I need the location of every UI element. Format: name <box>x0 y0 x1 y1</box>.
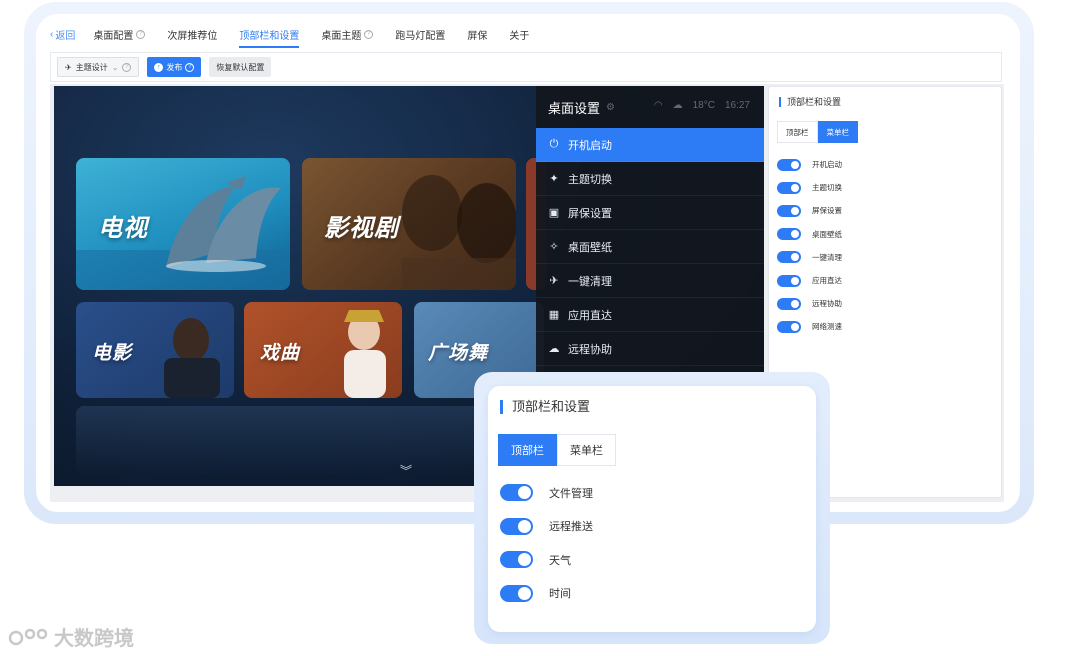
back-label: 返回 <box>55 30 76 42</box>
tab-screensaver[interactable]: 屏保 <box>467 27 487 42</box>
panel-title: 顶部栏和设置 <box>779 97 841 107</box>
zoom-card-title: 顶部栏和设置 <box>500 400 590 414</box>
publish-button[interactable]: ↑ 发布 ? <box>147 57 202 77</box>
toggle-switch[interactable] <box>500 584 533 602</box>
status-bar: ◠ ☁ 18°C 16:27 <box>654 100 750 111</box>
toggle-row: 应用直达 <box>777 269 842 292</box>
remote-icon: ☁ <box>548 343 560 355</box>
menu-title: 桌面设置 <box>548 100 601 116</box>
clock-time: 16:27 <box>724 100 750 111</box>
theme-select[interactable]: ✈ 主题设计 ⌄ ? <box>57 57 140 77</box>
tab-desktop-theme[interactable]: 桌面主题? <box>321 27 374 42</box>
zoom-tab-group: 顶部栏 菜单栏 <box>498 434 616 466</box>
toggle-switch[interactable] <box>777 228 801 241</box>
menu-item-theme-switch[interactable]: ✦ 主题切换 <box>536 162 764 196</box>
broom-icon: ✈ <box>549 275 559 287</box>
tab-second-screen[interactable]: 次屏推荐位 <box>167 27 217 42</box>
screensaver-icon: ▣ <box>548 207 560 219</box>
tile-label: 电视 <box>98 215 148 242</box>
menu-item-screensaver[interactable]: ▣ 屏保设置 <box>536 196 764 230</box>
toggle-row: 桌面壁纸 <box>777 223 842 246</box>
tile-label: 广场舞 <box>428 343 489 364</box>
menu-item-app-direct[interactable]: ▦ 应用直达 <box>536 298 764 332</box>
tab-topbar[interactable]: 顶部栏 <box>498 434 557 466</box>
tab-about[interactable]: 关于 <box>509 27 529 42</box>
settings-icon: ⚙ <box>606 101 615 113</box>
tile-label: 影视剧 <box>324 215 399 242</box>
chevron-left-icon: ‹ <box>50 28 54 40</box>
wallpaper-icon: ✧ <box>549 241 559 253</box>
chevron-double-down-icon[interactable]: ︾ <box>400 462 412 479</box>
toggle-switch[interactable] <box>777 181 801 194</box>
toggle-switch[interactable] <box>777 204 801 217</box>
tile-label: 戏曲 <box>260 343 301 364</box>
chevron-down-icon: ⌄ <box>111 62 119 72</box>
menu-item-wallpaper[interactable]: ✧ 桌面壁纸 <box>536 230 764 264</box>
upload-icon: ↑ <box>154 62 164 72</box>
toggle-row: 一键清理 <box>777 246 842 269</box>
watermark: 大数跨境 <box>8 622 134 651</box>
tab-menubar[interactable]: 菜单栏 <box>817 121 858 143</box>
toggle-row: 文件管理 <box>500 476 593 510</box>
watermark-text: 大数跨境 <box>54 628 134 650</box>
tab-topbar-settings[interactable]: 顶部栏和设置 <box>239 27 300 48</box>
tab-topbar[interactable]: 顶部栏 <box>777 121 818 143</box>
toggle-switch[interactable] <box>777 158 801 171</box>
settings-menu: 桌面设置 ⚙ ◠ ☁ 18°C 16:27 ⏻ 开机启动 ✦ 主题切换 ▣ 屏保… <box>536 86 764 372</box>
pin-icon: ✦ <box>549 173 559 185</box>
toggle-switch[interactable] <box>500 484 533 502</box>
toggle-switch[interactable] <box>777 251 801 264</box>
top-nav: ‹ 返回 桌面配置? 次屏推荐位 顶部栏和设置 桌面主题? 跑马灯配置 屏保 关… <box>50 24 551 48</box>
toggle-row: 主题切换 <box>777 176 842 199</box>
tab-desktop-config[interactable]: 桌面配置? <box>93 27 146 42</box>
toggle-row: 时间 <box>500 577 593 611</box>
menu-item-boot-start[interactable]: ⏻ 开机启动 <box>536 128 764 162</box>
toggle-row: 开机启动 <box>777 153 842 176</box>
zoom-card: 顶部栏和设置 顶部栏 菜单栏 文件管理 远程推送 天气 时间 <box>488 386 816 632</box>
watermark-logo-icon <box>8 628 48 645</box>
menu-item-remote-assist[interactable]: ☁ 远程协助 <box>536 332 764 366</box>
panel-tab-group: 顶部栏 菜单栏 <box>777 121 858 143</box>
power-icon: ⏻ <box>549 138 559 150</box>
wifi-icon: ◠ <box>653 100 663 111</box>
toggle-row: 屏保设置 <box>777 199 842 222</box>
toggle-row: 网络测速 <box>777 315 842 338</box>
help-icon: ? <box>136 29 146 39</box>
tile-movie[interactable]: 电影 <box>76 302 234 398</box>
toggle-row: 天气 <box>500 543 593 577</box>
toggle-switch[interactable] <box>500 517 533 535</box>
toggle-switch[interactable] <box>777 274 801 287</box>
help-icon: ? <box>185 62 195 72</box>
tile-tv[interactable]: 电视 <box>76 158 290 290</box>
tile-label: 电影 <box>92 343 133 364</box>
toggle-switch[interactable] <box>777 320 801 333</box>
toggle-row: 远程推送 <box>500 510 593 544</box>
toggle-switch[interactable] <box>500 551 533 569</box>
tab-marquee[interactable]: 跑马灯配置 <box>395 27 445 42</box>
weather-temp: 18°C <box>692 100 715 111</box>
zoom-toggle-list: 文件管理 远程推送 天气 时间 <box>500 476 593 610</box>
app-root: ‹ 返回 桌面配置? 次屏推荐位 顶部栏和设置 桌面主题? 跑马灯配置 屏保 关… <box>0 0 1080 656</box>
panel-toggle-list: 开机启动 主题切换 屏保设置 桌面壁纸 一键清理 应用直达 远程协助 网络测速 <box>777 153 842 339</box>
toggle-row: 远程协助 <box>777 292 842 315</box>
reset-default-button[interactable]: 恢复默认配置 <box>209 57 272 77</box>
back-link[interactable]: ‹ 返回 <box>50 27 75 42</box>
tab-menubar[interactable]: 菜单栏 <box>557 434 616 466</box>
apps-icon: ▦ <box>548 309 560 321</box>
help-icon: ? <box>122 62 132 72</box>
tile-opera[interactable]: 戏曲 <box>244 302 402 398</box>
menu-item-one-click-clean[interactable]: ✈ 一键清理 <box>536 264 764 298</box>
toolbar: ✈ 主题设计 ⌄ ? ↑ 发布 ? 恢复默认配置 <box>50 52 1002 82</box>
toggle-switch[interactable] <box>777 297 801 310</box>
weather-icon: ☁ <box>672 100 683 111</box>
tile-drama[interactable]: 影视剧 <box>302 158 516 290</box>
help-icon: ? <box>364 29 374 39</box>
rocket-icon: ✈ <box>65 62 72 72</box>
